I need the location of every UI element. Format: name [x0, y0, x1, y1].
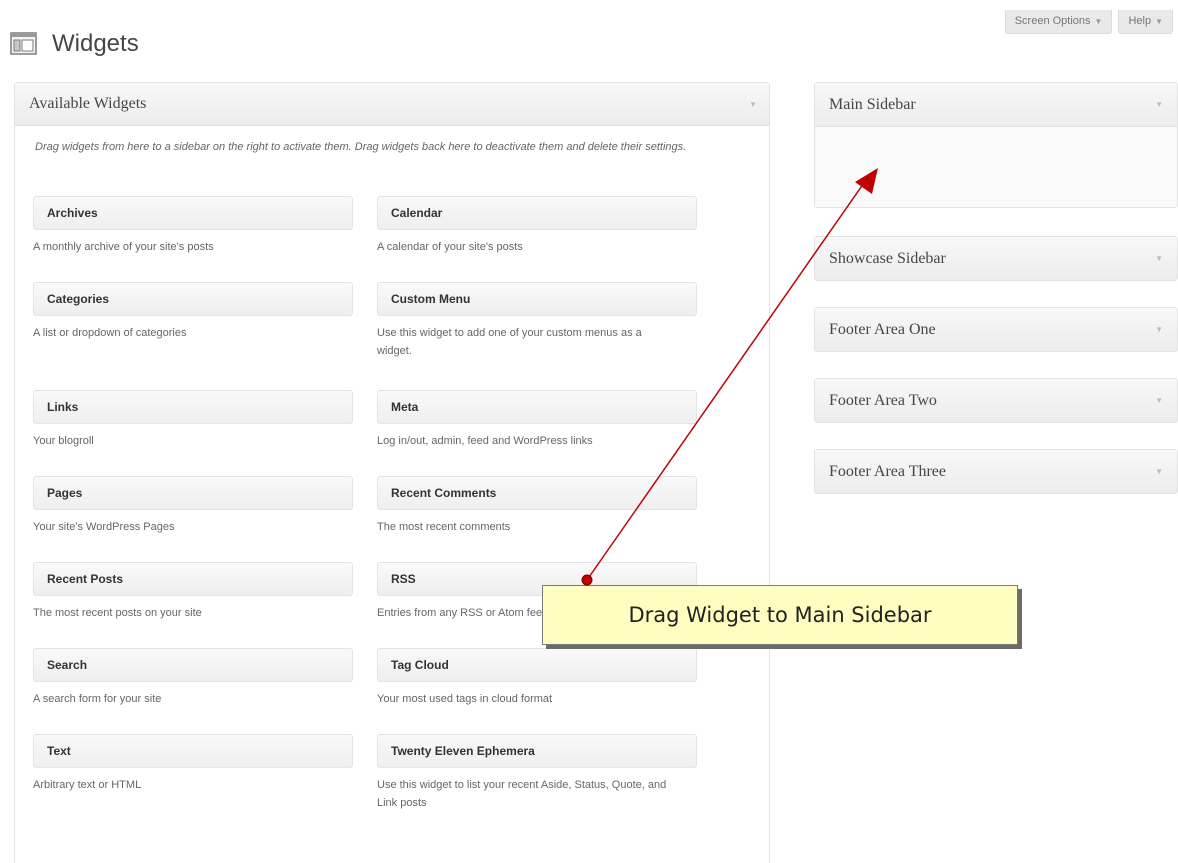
widget-list: Archives A monthly archive of your site'…	[33, 196, 733, 820]
help-button[interactable]: Help ▼	[1118, 10, 1173, 34]
page-header: Widgets	[10, 30, 139, 58]
sidebar-footer-three: Footer Area Three ▼	[814, 449, 1178, 494]
widget-text: Text Arbitrary text or HTML	[33, 734, 353, 820]
widget-title-archives[interactable]: Archives	[33, 196, 353, 230]
sidebar-main: Main Sidebar ▼	[814, 82, 1178, 208]
widget-desc-recent-comments: The most recent comments	[377, 521, 511, 533]
widget-meta: Meta Log in/out, admin, feed and WordPre…	[377, 390, 697, 476]
widget-desc-links: Your blogroll	[33, 435, 94, 447]
sidebar-showcase-title: Showcase Sidebar	[829, 249, 946, 267]
sidebar-footer-one: Footer Area One ▼	[814, 307, 1178, 352]
widget-custom-menu: Custom Menu Use this widget to add one o…	[377, 282, 697, 390]
widget-recent-posts: Recent Posts The most recent posts on yo…	[33, 562, 353, 648]
widget-desc-archives: A monthly archive of your site's posts	[33, 241, 214, 253]
sidebar-footer-three-title: Footer Area Three	[829, 462, 946, 480]
caret-down-icon: ▼	[1094, 16, 1103, 26]
widget-title-recent-posts[interactable]: Recent Posts	[33, 562, 353, 596]
widgets-icon	[10, 30, 38, 58]
widget-pages: Pages Your site's WordPress Pages	[33, 476, 353, 562]
toggle-arrow-icon[interactable]: ▼	[1155, 254, 1163, 263]
toggle-arrow-icon[interactable]: ▼	[1155, 396, 1163, 405]
widget-title-twenty-eleven-ephemera[interactable]: Twenty Eleven Ephemera	[377, 734, 697, 768]
widget-desc-pages: Your site's WordPress Pages	[33, 521, 175, 533]
widget-desc-meta: Log in/out, admin, feed and WordPress li…	[377, 435, 593, 447]
sidebar-footer-two-header[interactable]: Footer Area Two ▼	[815, 379, 1177, 422]
widget-title-custom-menu[interactable]: Custom Menu	[377, 282, 697, 316]
toggle-arrow-icon[interactable]: ▼	[1155, 100, 1163, 109]
available-widgets-panel: Available Widgets ▼ Drag widgets from he…	[14, 82, 770, 863]
widget-title-calendar[interactable]: Calendar	[377, 196, 697, 230]
widget-links: Links Your blogroll	[33, 390, 353, 476]
sidebar-main-dropzone[interactable]	[815, 126, 1177, 207]
widget-tag-cloud: Tag Cloud Your most used tags in cloud f…	[377, 648, 697, 734]
sidebar-footer-one-title: Footer Area One	[829, 320, 936, 338]
screen-options-button[interactable]: Screen Options ▼	[1004, 10, 1113, 34]
widget-desc-text: Arbitrary text or HTML	[33, 779, 142, 791]
widget-desc-twenty-eleven-ephemera: Use this widget to list your recent Asid…	[377, 779, 667, 809]
toggle-arrow-icon[interactable]: ▼	[1155, 325, 1163, 334]
available-widgets-description: Drag widgets from here to a sidebar on t…	[35, 141, 687, 153]
widget-title-text[interactable]: Text	[33, 734, 353, 768]
sidebar-showcase-header[interactable]: Showcase Sidebar ▼	[815, 237, 1177, 280]
sidebar-main-title: Main Sidebar	[829, 95, 916, 113]
page-title: Widgets	[52, 30, 139, 57]
widget-calendar: Calendar A calendar of your site's posts	[377, 196, 697, 282]
help-label: Help	[1128, 15, 1152, 27]
widget-title-recent-comments[interactable]: Recent Comments	[377, 476, 697, 510]
sidebar-footer-three-header[interactable]: Footer Area Three ▼	[815, 450, 1177, 493]
sidebar-showcase: Showcase Sidebar ▼	[814, 236, 1178, 281]
widget-categories: Categories A list or dropdown of categor…	[33, 282, 353, 390]
widget-twenty-eleven-ephemera: Twenty Eleven Ephemera Use this widget t…	[377, 734, 697, 820]
widget-title-categories[interactable]: Categories	[33, 282, 353, 316]
toggle-arrow-icon[interactable]: ▼	[1155, 467, 1163, 476]
widget-archives: Archives A monthly archive of your site'…	[33, 196, 353, 282]
widget-desc-calendar: A calendar of your site's posts	[377, 241, 523, 253]
widget-title-pages[interactable]: Pages	[33, 476, 353, 510]
widget-desc-categories: A list or dropdown of categories	[33, 327, 187, 339]
widget-desc-custom-menu: Use this widget to add one of your custo…	[377, 327, 642, 357]
widget-recent-comments: Recent Comments The most recent comments	[377, 476, 697, 562]
callout-text: Drag Widget to Main Sidebar	[628, 603, 932, 627]
sidebars-column: Main Sidebar ▼ Showcase Sidebar ▼ Footer…	[814, 82, 1178, 520]
available-widgets-header[interactable]: Available Widgets ▼	[15, 83, 769, 126]
widget-desc-recent-posts: The most recent posts on your site	[33, 607, 202, 619]
widget-title-search[interactable]: Search	[33, 648, 353, 682]
available-widgets-title: Available Widgets	[29, 95, 147, 112]
toggle-arrow-icon[interactable]: ▼	[749, 100, 757, 109]
annotation-callout: Drag Widget to Main Sidebar	[542, 585, 1018, 645]
sidebar-footer-one-header[interactable]: Footer Area One ▼	[815, 308, 1177, 351]
widget-desc-tag-cloud: Your most used tags in cloud format	[377, 693, 553, 705]
widget-title-links[interactable]: Links	[33, 390, 353, 424]
screen-meta-links: Screen Options ▼ Help ▼	[1004, 10, 1173, 34]
widget-title-meta[interactable]: Meta	[377, 390, 697, 424]
sidebar-footer-two-title: Footer Area Two	[829, 391, 937, 409]
widget-title-tag-cloud[interactable]: Tag Cloud	[377, 648, 697, 682]
widget-search: Search A search form for your site	[33, 648, 353, 734]
widget-desc-search: A search form for your site	[33, 693, 162, 705]
caret-down-icon: ▼	[1155, 16, 1163, 26]
sidebar-footer-two: Footer Area Two ▼	[814, 378, 1178, 423]
screen-options-label: Screen Options	[1014, 15, 1091, 27]
sidebar-main-header[interactable]: Main Sidebar ▼	[815, 83, 1177, 126]
